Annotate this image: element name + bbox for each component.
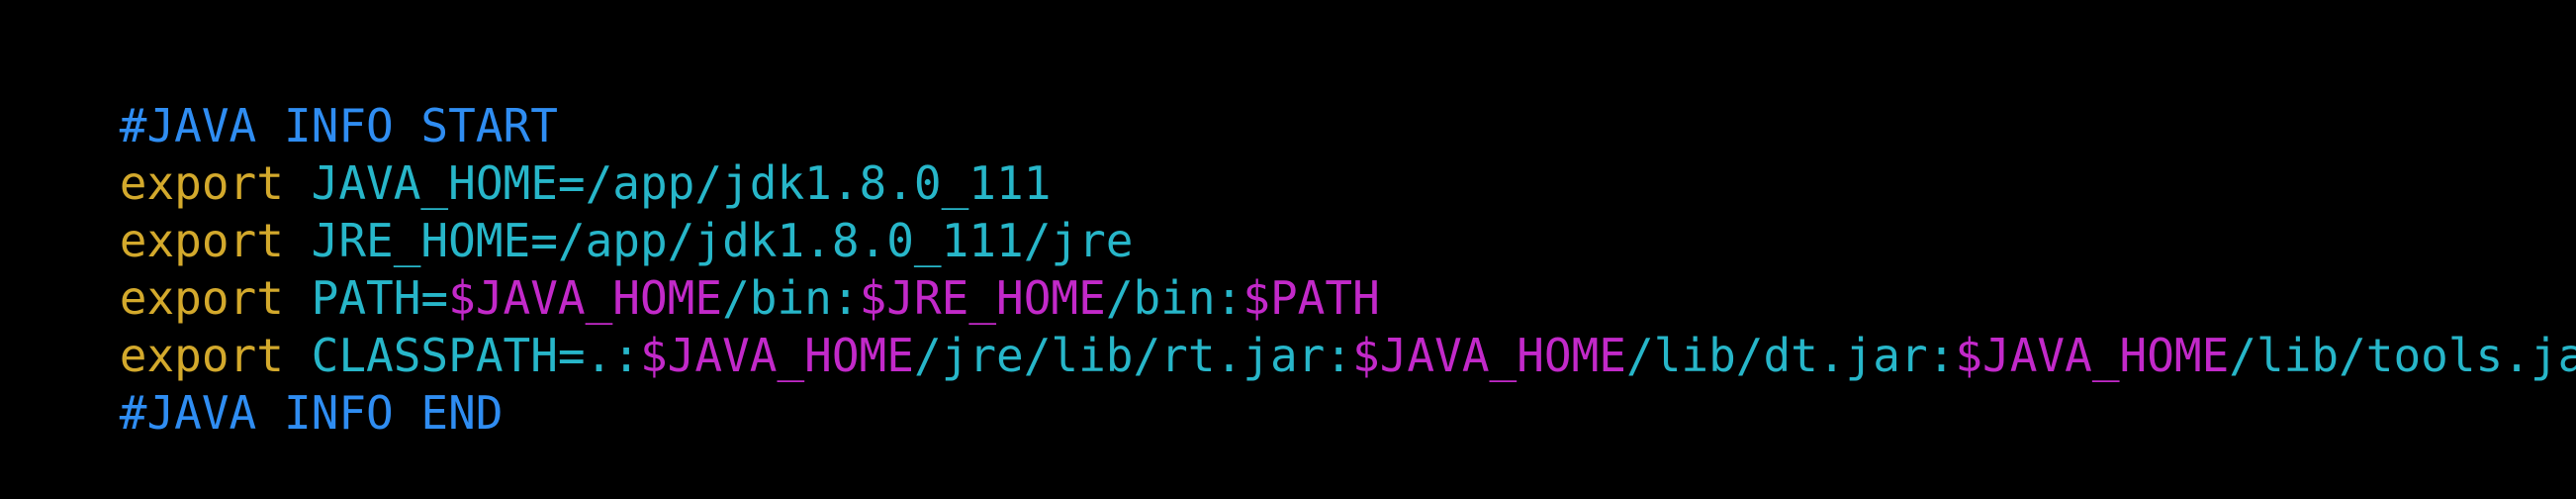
path-text: /jre/lib/rt.jar: <box>913 329 1353 382</box>
export-line-classpath: export CLASSPATH=.:$JAVA_HOME/jre/lib/rt… <box>10 269 2576 382</box>
variable-reference: $JAVA_HOME <box>639 329 914 382</box>
path-text: /lib/dt.jar: <box>1626 329 1956 382</box>
export-line-java-home: export JAVA_HOME=/app/jdk1.8.0_111 <box>10 97 1052 210</box>
comment-line-java-info-start: #JAVA INFO START <box>10 40 558 152</box>
export-line-path: export PATH=$JAVA_HOME/bin:$JRE_HOME/bin… <box>10 212 1380 325</box>
export-line-jre-home: export JRE_HOME=/app/jdk1.8.0_111/jre <box>10 154 1134 267</box>
comment-line-java-info-end: #JAVA INFO END <box>10 327 504 440</box>
variable-reference: $JAVA_HOME <box>1955 329 2230 382</box>
path-text: /lib/tools.jar <box>2229 329 2576 382</box>
variable-reference: $JAVA_HOME <box>1352 329 1626 382</box>
comment-text: #JAVA INFO END <box>119 386 504 440</box>
terminal-window[interactable]: #JAVA INFO START export JAVA_HOME=/app/j… <box>0 0 2576 448</box>
